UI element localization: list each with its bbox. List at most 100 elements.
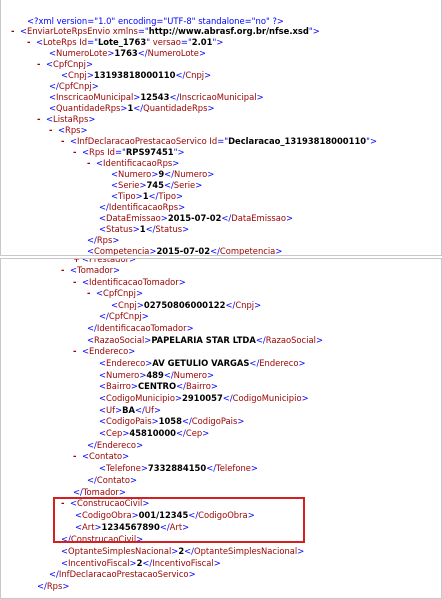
tag-bracket: < [96,288,104,298]
tag-bracket: < [82,277,90,287]
tag-bracket: > [188,569,196,579]
tag-name: EnviarLoteRpsEnvio [27,26,111,36]
top-xml-line[interactable]: -<Servico> [73,255,127,256]
tag-bracket: > [88,114,96,124]
tag-name: IdentificacaoTomador [89,277,179,287]
tag-name: Cnpj [68,70,87,80]
collapse-node-toggle[interactable]: - [61,264,70,276]
tag-bracket: < [49,103,57,113]
tag-bracket: < [61,558,69,568]
tag-name: Numero [106,370,140,380]
attribute-value: http://www.abrasf.org.br/nfse.xsd [148,26,309,36]
tag-bracket: > [206,370,214,380]
tag-bracket: > [286,213,294,223]
tag-name: OptanteSimplesNacional [193,546,298,556]
tag-bracket: < [49,48,57,58]
bottom-xml-line: </CpfCnpj> [99,310,149,322]
tag-bracket: < [111,300,119,310]
tag-name: Cep [106,428,123,438]
attribute-name: versao [150,37,181,47]
tag-name: Endereco [259,358,299,368]
tag-bracket: </ [148,191,159,201]
collapse-node-toggle[interactable]: - [73,345,82,357]
bottom-xml-line[interactable]: - <Contato> [73,450,129,462]
tag-bracket: </ [225,300,236,310]
tag-bracket: > [256,92,264,102]
tag-bracket: < [99,370,107,380]
tag-bracket: > [297,546,305,556]
tag-name: DataEmissao [106,213,161,223]
element-value: 12543 [140,92,170,102]
tag-name: Competencia [219,246,276,256]
tag-bracket: </ [73,487,83,497]
tag-bracket: > [113,265,121,275]
tag-name: Uf [106,405,116,415]
tag-bracket: > [204,70,212,80]
tag-bracket: > [237,416,245,426]
collapse-node-toggle[interactable]: - [73,146,82,158]
tag-bracket: > [213,558,221,568]
collapse-node-toggle[interactable]: - [73,450,82,462]
tag-bracket: > [132,224,140,234]
bottom-xml-line[interactable]: - <Endereco> [73,345,135,357]
tag-bracket: > [198,48,206,58]
tag-bracket: < [99,358,107,368]
element-value: 7332884150 [147,463,207,473]
collapse-node-toggle[interactable]: - [37,58,46,70]
collapse-node-toggle[interactable]: - [11,25,20,37]
tag-bracket: </ [181,416,192,426]
tag-name: InscricaoMunicipal [179,92,257,102]
tag-bracket: </ [184,546,194,556]
attribute-value: 2.01 [191,37,213,47]
bottom-xml-line: <Endereco>AV GETULIO VARGAS</Endereco> [99,357,306,369]
tag-bracket: > [140,463,148,473]
attribute-name: Id [104,147,115,157]
tag-name: RazaoSocial [94,335,145,345]
collapse-node-toggle[interactable]: - [87,157,96,169]
collapse-node-toggle[interactable]: - [37,113,46,125]
tag-name: OptanteSimplesNacional [68,546,172,556]
tag-bracket: < [99,416,107,426]
tag-name: Rps [65,125,81,135]
tag-name: Status [155,224,183,234]
tag-bracket: < [87,335,95,345]
tag-bracket: < [99,213,107,223]
bottom-xml-line[interactable]: - <CpfCnpj> [87,287,143,299]
tag-name: Endereco [106,358,146,368]
tag-bracket: </ [163,180,174,190]
tag-name: Tipo [118,191,136,201]
collapse-node-toggle[interactable]: - [49,124,58,136]
tag-bracket: > [130,381,138,391]
tag-name: NumeroLote [56,48,108,58]
element-value: 1763 [114,48,138,58]
tag-name: IncentivoFiscal [68,558,130,568]
collapse-node-toggle[interactable]: - [27,36,36,48]
tag-bracket: </ [87,475,97,485]
collapse-node-toggle[interactable]: - [73,276,82,288]
collapse-node-toggle[interactable]: - [61,135,70,147]
tag-bracket: > [112,235,120,245]
tag-name: CpfCnpj [103,288,136,298]
tag-bracket: > [62,581,70,591]
collapse-node-toggle[interactable]: - [73,255,82,256]
element-value: 2910057 [182,393,223,403]
tag-bracket: < [99,463,107,473]
tag-name: Uf [144,405,154,415]
tag-name: Tipo [158,191,176,201]
tag-name: Endereco [89,346,129,356]
construcao-civil-highlight-box [53,497,305,543]
tag-bracket: </ [176,381,186,391]
tag-bracket: > [177,147,185,157]
tag-name: QuantidadeRps [143,103,208,113]
tag-name: CpfCnpj [108,311,142,321]
tag-bracket: < [20,26,28,36]
collapse-node-toggle[interactable]: - [87,287,96,299]
bottom-xml-line: <CodigoMunicipio>2910057</CodigoMunicipi… [99,392,309,404]
tag-bracket: > [80,125,88,135]
attribute-name: Id [76,37,88,47]
tag-bracket: </ [99,311,109,321]
tag-name: Rps [89,147,105,157]
attribute-name: xmlns [110,26,138,36]
bottom-xml-line[interactable]: - <Tomador> [61,264,120,276]
tag-name: Cnpj [235,300,255,310]
